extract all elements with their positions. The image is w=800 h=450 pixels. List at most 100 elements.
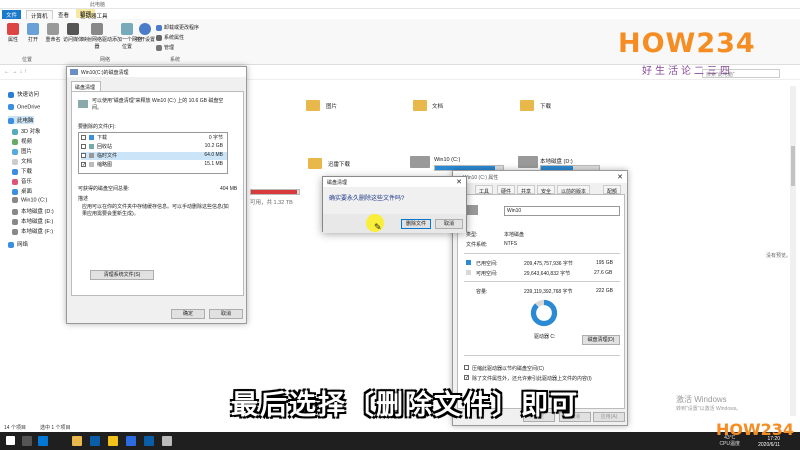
confirm-cancel-button[interactable]: 取消 (435, 219, 463, 229)
nav-documents[interactable]: 文档 (12, 157, 32, 165)
confirm-delete-dialog: 磁盘清理 ✕ 确实要永久删除这些文件吗? 删除文件 取消 (322, 176, 467, 233)
clock-date: 2020/6/11 (758, 442, 780, 448)
cleanup-system-label: 清理系统文件(S) (103, 272, 141, 278)
scrollbar[interactable] (790, 86, 796, 416)
compress-checkbox[interactable] (464, 365, 469, 370)
downloads-folder-icon[interactable] (520, 100, 534, 111)
tab-tools[interactable]: 工具 (475, 185, 494, 195)
uninstall-button[interactable]: 卸载或更改程序 (156, 24, 199, 31)
props-tab-strip: 工具 硬件 共享 安全 以前的版本 配额 (475, 185, 625, 195)
nav-drive-c[interactable]: Win10 (C:) (12, 197, 47, 203)
drive-d-icon[interactable] (518, 156, 538, 168)
mouse-cursor-icon: ✎ (374, 222, 382, 232)
used-space-bytes: 209,475,757,936 字节 (524, 261, 573, 267)
nav-label: 本地磁盘 (D:) (21, 209, 54, 215)
cancel-button[interactable]: 取消 (209, 309, 243, 319)
divider (464, 355, 620, 356)
open-settings-button[interactable]: 打开设置 (132, 21, 158, 43)
nav-drive-d[interactable]: 本地磁盘 (D:) (12, 207, 54, 215)
donut-used (530, 299, 558, 327)
nav-video[interactable]: 视频 (12, 137, 32, 145)
cleanup-system-files-button[interactable]: 清理系统文件(S) (90, 270, 154, 280)
manage-button[interactable]: 管理 (156, 44, 174, 51)
list-item[interactable]: 回收站 10.2 GB (81, 143, 227, 151)
file-name: 下载 (97, 135, 108, 141)
xunlei-folder-icon[interactable] (308, 158, 322, 169)
props-apply-button[interactable]: 应用(A) (593, 412, 625, 422)
documents-folder-icon[interactable] (413, 100, 427, 111)
tab-previous-versions[interactable]: 以前的版本 (557, 185, 591, 195)
ok-button[interactable]: 确定 (171, 309, 205, 319)
checkbox-checked[interactable]: ✓ (81, 162, 86, 168)
app-icon[interactable] (126, 436, 136, 446)
properties-label: 属性 (7, 37, 18, 43)
taskbar: 43°C CPU温度 17:20 2020/6/11 (0, 432, 800, 450)
close-icon[interactable]: ✕ (456, 178, 462, 186)
pictures-folder-icon[interactable] (306, 100, 320, 111)
windows-start-icon[interactable] (6, 436, 15, 445)
nav-music[interactable]: 音乐 (12, 177, 32, 185)
list-item[interactable]: ✓ 缩略图 15.1 MB (81, 161, 227, 169)
nav-label: 本地磁盘 (F:) (21, 229, 54, 235)
tab-security[interactable]: 安全 (537, 185, 556, 195)
nav-quick-access[interactable]: 快速访问 (8, 90, 39, 98)
files-to-delete-label: 要删除的文件(F): (78, 124, 116, 130)
scrollbar-thumb[interactable] (791, 146, 795, 186)
drive-icon (78, 100, 88, 108)
gear-icon (139, 23, 151, 35)
nav-drive-e[interactable]: 本地磁盘 (E:) (12, 217, 53, 225)
search-icon[interactable] (22, 436, 32, 446)
nav-drive-f[interactable]: 本地磁盘 (F:) (12, 227, 53, 235)
cloud-icon (8, 104, 14, 110)
nav-downloads[interactable]: 下载 (12, 167, 32, 175)
index-checkbox[interactable]: ✓ (464, 375, 469, 381)
tab-disk-cleanup[interactable]: 磁盘清理 (71, 81, 101, 91)
system-properties-button[interactable]: 系统属性 (156, 34, 184, 41)
list-item[interactable]: 临时文件 64.0 MB (81, 152, 227, 160)
app-icon[interactable] (108, 436, 118, 446)
tab-view[interactable]: 查看 (54, 10, 73, 19)
nav-3d[interactable]: 3D 对象 (12, 127, 41, 135)
task-view-icon[interactable] (38, 436, 48, 446)
nav-this-pc[interactable]: 此电脑 (8, 116, 34, 124)
drive-c-icon[interactable] (410, 156, 430, 168)
space-gain-value: 404 MB (220, 186, 238, 192)
checkbox[interactable] (81, 135, 86, 140)
media-icon (67, 23, 79, 35)
picture-icon (12, 148, 18, 155)
disk-cleanup-taskbar-icon[interactable] (162, 436, 172, 446)
close-icon[interactable]: ✕ (617, 173, 623, 181)
tab-computer[interactable]: 计算机 (26, 10, 53, 20)
photoshop-icon[interactable] (144, 436, 154, 446)
file-explorer-icon[interactable] (72, 436, 82, 446)
list-item[interactable]: 下载 0 字节 (81, 134, 227, 142)
nav-onedrive[interactable]: OneDrive (8, 104, 40, 110)
manage-icon (156, 44, 162, 51)
file-size: 0 字节 (208, 135, 223, 141)
tab-sharing[interactable]: 共享 (517, 185, 536, 195)
drive-name-input[interactable]: Win10 (504, 206, 620, 216)
nav-network[interactable]: 网络 (8, 240, 28, 248)
nav-pictures[interactable]: 图片 (12, 147, 32, 155)
download-icon (89, 135, 94, 140)
tab-quota[interactable]: 配额 (603, 185, 622, 195)
delete-files-button[interactable]: 删除文件 (401, 219, 431, 229)
tab-hardware[interactable]: 硬件 (497, 185, 516, 195)
nav-label: 视频 (21, 139, 33, 145)
map-drive-button[interactable]: 映射网络驱动器 (82, 21, 112, 50)
disk-cleanup-button[interactable]: 磁盘清理(D) (582, 335, 620, 345)
access-media-label: 访问媒体 (62, 37, 83, 43)
disk-cleanup-dialog: Win10(C:)的磁盘清理 磁盘清理 可以使用"磁盘清理"来释放 Win10 … (66, 66, 247, 324)
drive-icon (12, 208, 18, 215)
description-text: 应用可以在你的文件夹中存储缓存信息。可以手动删除这些信息(如果应用需要会重新生成… (82, 204, 229, 217)
cleanup-panel: 可以使用"磁盘清理"来释放 Win10 (C:) 上的 10.6 GB 磁盘空间… (71, 91, 244, 296)
used-space-label: 已用空间: (476, 261, 498, 267)
file-name: 临时文件 (97, 153, 118, 159)
back-arrow-icon[interactable]: ← → ↓ ↑ (4, 69, 27, 75)
nav-label: 本地磁盘 (E:) (21, 219, 54, 225)
photoshop-icon[interactable] (90, 436, 100, 446)
tab-file[interactable]: 文件 (2, 10, 22, 19)
checkbox[interactable] (81, 153, 86, 158)
nav-desktop[interactable]: 桌面 (12, 187, 32, 195)
checkbox[interactable] (81, 144, 86, 149)
